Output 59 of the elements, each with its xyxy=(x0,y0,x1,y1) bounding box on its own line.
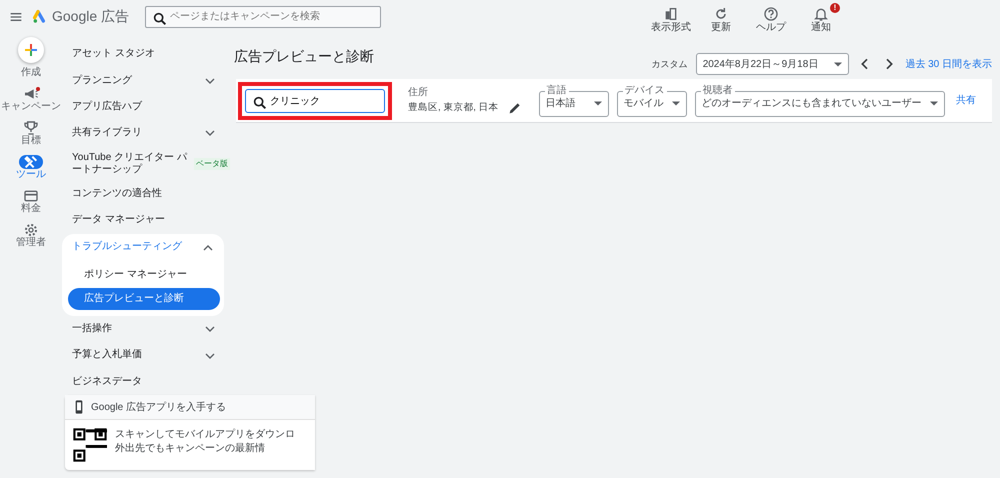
dropdown-arrow-icon xyxy=(930,101,938,106)
layout-icon xyxy=(663,6,679,22)
sidebar-item[interactable]: アセット スタジオ xyxy=(62,41,226,68)
search-field[interactable]: ページまたはキャンペーンを検索 xyxy=(145,6,382,28)
sidebar-item[interactable]: データ マネージャー xyxy=(62,208,226,234)
help-icon xyxy=(763,6,779,22)
keyword-field[interactable]: クリニック xyxy=(245,88,385,113)
dropdown-arrow-icon xyxy=(672,101,680,106)
promo-text: スキャンしてモバイルアプリをダウンロ xyxy=(115,428,295,442)
logo-icon xyxy=(32,8,48,25)
sidebar-item[interactable]: 予算と入札単価 xyxy=(62,342,226,369)
dropdown-arrow-icon xyxy=(594,101,602,106)
sidebar-item[interactable]: トラブルシューティング xyxy=(62,234,224,262)
sidebar-item[interactable]: コンテンツの適合性 xyxy=(62,182,226,208)
search-icon xyxy=(152,11,168,28)
logo-text: Google 広告 xyxy=(52,7,130,26)
rail-item[interactable]: 管理者 xyxy=(16,223,46,250)
dropdown-arrow-icon xyxy=(834,62,842,67)
dropdown-label: 視聴者 xyxy=(700,84,735,97)
sidebar-item[interactable]: 共有ライブラリ xyxy=(62,120,226,147)
field-label: 住所 xyxy=(408,86,429,100)
sidebar-label: YouTube クリエイター パートナーシップ xyxy=(72,152,188,177)
sidebar-item[interactable]: ビジネスデータ xyxy=(62,368,226,395)
rail-item[interactable]: ツール xyxy=(16,155,46,182)
date-link[interactable]: 過去 30 日間を表示 xyxy=(905,56,992,72)
view-button[interactable]: 表示形式 xyxy=(648,6,694,34)
page-title: 広告プレビューと診断 xyxy=(234,46,374,66)
card-icon xyxy=(23,188,39,204)
promo-title: Google 広告アプリを入手する xyxy=(91,400,226,414)
notifications-button[interactable]: 通知 ! xyxy=(798,6,844,34)
dropdown-label: デバイス xyxy=(622,84,667,97)
bell-icon xyxy=(813,6,829,22)
rail-label: 作成 xyxy=(21,67,41,80)
location-value: 豊島区, 東京都, 日本 xyxy=(408,101,499,116)
date-range-label: カスタム xyxy=(652,58,688,71)
sidebar-item[interactable]: 一括操作 xyxy=(62,316,226,342)
qr-code-icon xyxy=(73,428,107,462)
share-link[interactable]: 共有 xyxy=(948,93,976,108)
help-button[interactable]: ヘルプ xyxy=(748,6,794,34)
tools-icon xyxy=(23,154,39,170)
dropdown-label: 言語 xyxy=(544,84,569,97)
trophy-icon xyxy=(23,120,39,136)
beta-badge: ベータ版 xyxy=(194,158,230,170)
date-range-select[interactable]: 2024年8月22日～9月18日 xyxy=(696,53,850,76)
search-icon xyxy=(252,95,268,112)
gear-icon xyxy=(23,222,39,238)
sidebar-item[interactable]: プランニング xyxy=(62,67,226,94)
refresh-button[interactable]: 更新 xyxy=(698,6,744,34)
sidebar-subitem[interactable]: ポリシー マネージャー xyxy=(68,264,220,286)
rail-item[interactable]: 料金 xyxy=(19,189,43,216)
rail-item[interactable]: キャンペーン xyxy=(1,87,61,114)
sidebar-item[interactable]: アプリ広告ハブ xyxy=(62,94,226,120)
rail-item[interactable]: 目標 xyxy=(19,121,43,148)
notification-dot xyxy=(36,87,40,92)
plus-icon xyxy=(23,42,39,58)
notification-badge: ! xyxy=(830,3,840,14)
promo-text: 外出先でもキャンペーンの最新情 xyxy=(115,442,266,455)
sidebar-subitem[interactable]: 広告プレビューと診断 xyxy=(68,288,220,310)
create-button[interactable] xyxy=(18,37,44,64)
